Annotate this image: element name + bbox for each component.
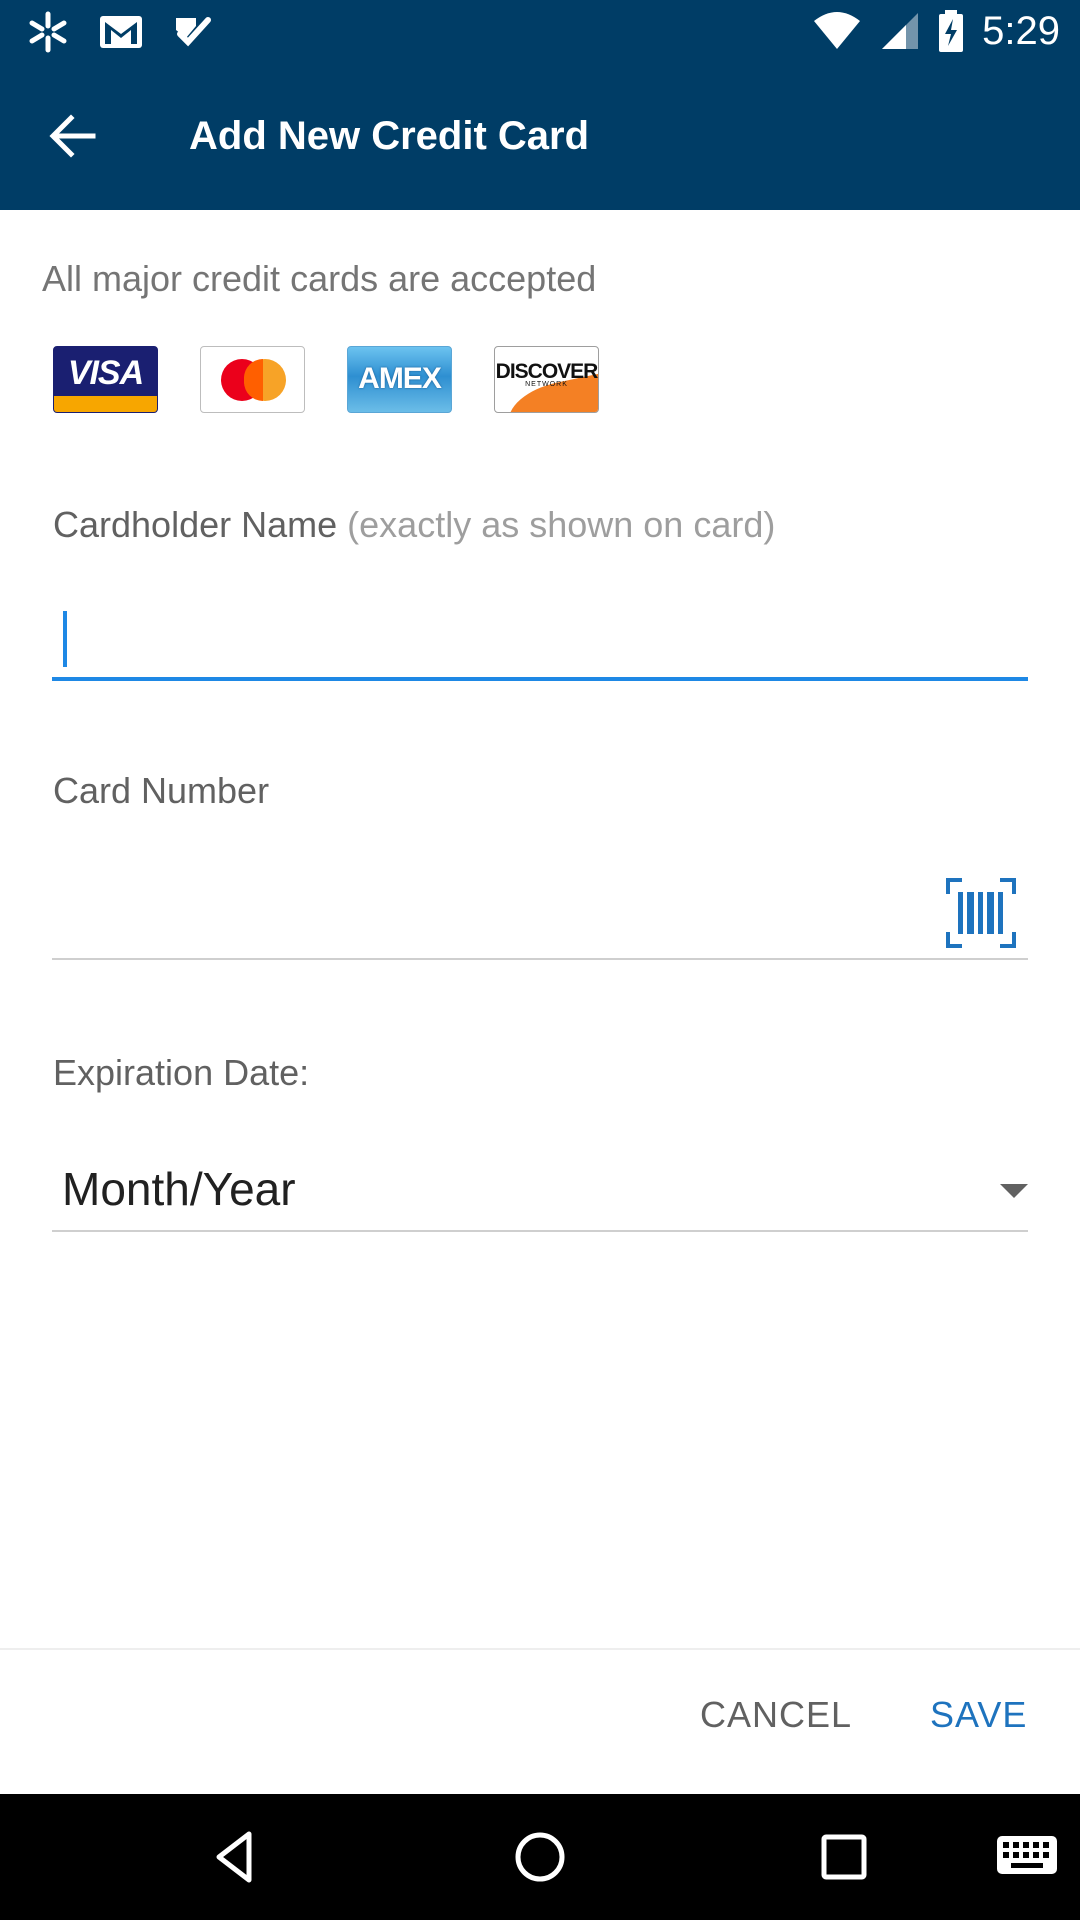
nav-back-button[interactable] [203,1824,269,1890]
keyboard-icon [997,1836,1057,1874]
cancel-button[interactable]: CANCEL [700,1694,852,1736]
cardholder-name-label: Cardholder Name (exactly as shown on car… [53,504,775,546]
mastercard-logo [200,346,305,413]
text-cursor [63,611,67,667]
gmail-icon [100,16,142,48]
amex-logo: AMEX [347,346,452,413]
arrow-back-icon [49,114,96,158]
card-number-field [52,860,1028,960]
nav-home-button[interactable] [507,1824,573,1890]
cell-signal-icon [882,13,919,49]
nav-recents-icon [821,1834,867,1880]
page-title: Add New Credit Card [189,114,590,158]
amex-logo-text: AMEX [358,362,442,395]
cardholder-name-hint: (exactly as shown on card) [347,504,776,545]
actions-divider [0,1648,1080,1650]
discover-logo-subtext: NETWORK [525,381,568,388]
expiration-date-label: Expiration Date: [53,1052,310,1093]
card-logos: VISA AMEX DISCOVER NETWORK [53,346,599,413]
nav-recents-button[interactable] [811,1824,877,1890]
tasks-check-icon [176,17,211,47]
nav-back-icon [216,1831,252,1883]
battery-charging-icon [939,10,964,52]
system-icons: 5:29 [812,8,1060,54]
system-nav-bar [0,1794,1080,1920]
wifi-icon [814,12,861,49]
app-bar: Add New Credit Card [0,63,1080,210]
walmart-spark-icon [29,11,67,53]
scan-card-button[interactable] [946,878,1016,948]
card-number-label: Card Number [53,770,270,811]
discover-logo: DISCOVER NETWORK [494,346,599,413]
notification-icons [26,10,212,54]
expiration-date-value: Month/Year [62,1163,296,1215]
dropdown-arrow-icon [1000,1184,1028,1198]
keyboard-button[interactable] [995,1834,1059,1880]
cardholder-name-input[interactable] [52,595,1028,677]
save-button[interactable]: SAVE [930,1694,1027,1736]
expiration-date-select[interactable]: Month/Year [52,1148,1028,1232]
nav-home-icon [515,1832,565,1882]
card-number-input[interactable] [52,860,932,958]
accepted-cards-text: All major credit cards are accepted [42,258,597,299]
status-time: 5:29 [982,9,1060,53]
barcode-scan-icon [946,878,1016,948]
cardholder-name-field [52,595,1028,681]
cardholder-name-label-text: Cardholder Name [53,504,338,545]
back-button[interactable] [40,103,106,169]
status-bar: 5:29 [0,0,1080,63]
visa-logo: VISA [53,346,158,413]
visa-logo-text: VISA [67,354,144,392]
